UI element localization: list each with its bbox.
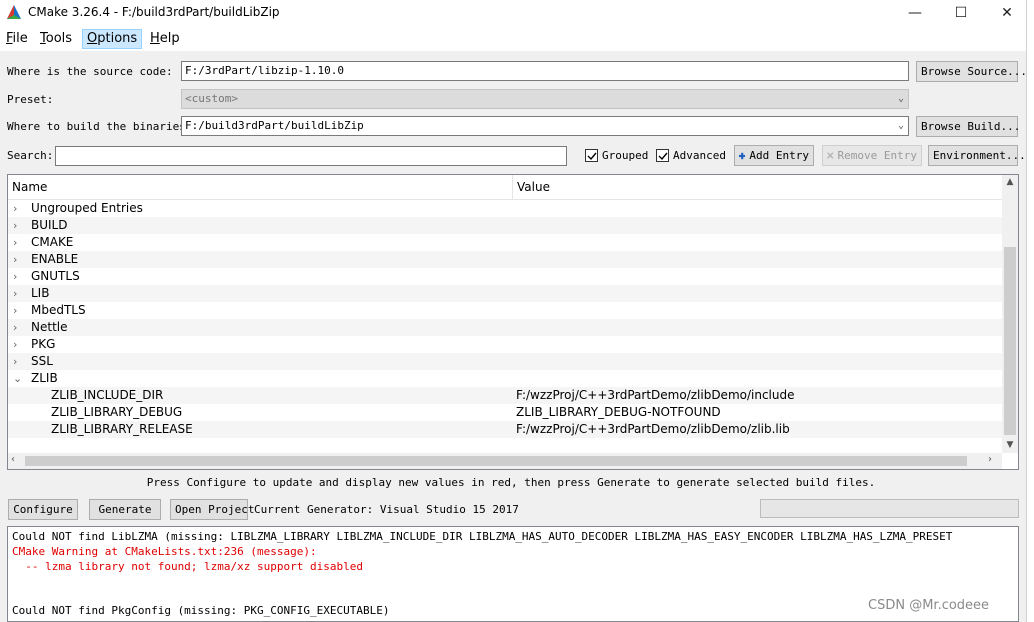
advanced-label: Advanced	[673, 149, 726, 162]
tree-group-row[interactable]: › MbedTLS	[8, 302, 1002, 319]
tree-group-row[interactable]: › Nettle	[8, 319, 1002, 336]
checkmark-icon	[656, 149, 669, 162]
chevron-right-icon[interactable]: ›	[13, 217, 23, 234]
build-path-value: F:/build3rdPart/buildLibZip	[185, 119, 364, 132]
tree-header: Name Value	[8, 175, 1002, 200]
browse-source-button[interactable]: Browse Source...	[916, 61, 1027, 82]
cache-entry-row[interactable]: ZLIB_INCLUDE_DIR F:/wzzProj/C++3rdPartDem…	[8, 387, 1002, 404]
add-entry-button[interactable]: Add Entry	[734, 145, 814, 166]
search-label: Search:	[7, 149, 54, 162]
tree-group-row[interactable]: ⌄ ZLIB	[8, 370, 1002, 387]
plus-icon	[739, 152, 746, 159]
tree-group-row[interactable]: › PKG	[8, 336, 1002, 353]
build-path-combo[interactable]: F:/build3rdPart/buildLibZip ⌄	[181, 116, 909, 136]
search-input[interactable]	[55, 146, 567, 166]
grouped-checkbox[interactable]: Grouped	[585, 149, 648, 162]
cache-entry-row[interactable]: ZLIB_LIBRARY_RELEASE F:/wzzProj/C++3rdPar…	[8, 421, 1002, 438]
chevron-down-icon: ⌄	[897, 93, 904, 104]
horizontal-scrollbar[interactable]: ‹ ›	[8, 453, 1002, 469]
cache-tree[interactable]: Name Value › Ungrouped Entries › BUILD › CM…	[7, 174, 1019, 470]
horizontal-scroll-thumb[interactable]	[25, 456, 967, 466]
log-line: Could NOT find LibLZMA (missing: LIBLZMA…	[12, 530, 953, 543]
chevron-down-icon[interactable]: ⌄	[13, 370, 23, 387]
preset-value: <custom>	[185, 92, 238, 105]
window-title: CMake 3.26.4 - F:/build3rdPart/buildLibZ…	[28, 5, 280, 19]
log-line: Could NOT find PkgConfig (missing: PKG_C…	[12, 604, 390, 617]
configure-button[interactable]: Configure	[8, 499, 78, 520]
log-line-warning: -- lzma library not found; lzma/xz suppo…	[12, 560, 363, 573]
chevron-right-icon[interactable]: ›	[13, 302, 23, 319]
configure-hint: Press Configure to update and display ne…	[146, 476, 876, 489]
window-edge	[1026, 0, 1034, 622]
tree-group-row[interactable]: › LIB	[8, 285, 1002, 302]
cmake-logo-icon	[7, 5, 21, 19]
close-button[interactable]: ✕	[984, 0, 1030, 26]
advanced-checkbox[interactable]: Advanced	[656, 149, 726, 162]
add-entry-label: Add Entry	[749, 149, 809, 162]
progress-bar	[760, 499, 1019, 518]
grouped-label: Grouped	[602, 149, 649, 162]
column-divider[interactable]	[512, 175, 513, 200]
chevron-right-icon[interactable]: ›	[13, 268, 23, 285]
menu-options[interactable]: Options	[82, 29, 143, 49]
checkmark-icon	[585, 149, 598, 162]
watermark: CSDN @Mr.codeee	[868, 598, 990, 613]
chevron-right-icon[interactable]: ›	[13, 200, 23, 217]
open-project-button[interactable]: Open Project	[170, 499, 254, 520]
menu-bar: File Tools Options Help	[0, 26, 1034, 51]
chevron-right-icon[interactable]: ›	[13, 234, 23, 251]
preset-label: Preset:	[7, 93, 54, 106]
environment-button[interactable]: Environment...	[928, 145, 1026, 166]
scroll-up-icon[interactable]: ▲	[1002, 177, 1018, 187]
vertical-scrollbar[interactable]: ▲ ▼	[1002, 175, 1018, 453]
browse-build-button[interactable]: Browse Build...	[916, 116, 1020, 137]
remove-entry-button[interactable]: Remove Entry	[822, 145, 922, 166]
source-label: Where is the source code:	[7, 65, 173, 78]
cache-entry-row[interactable]: ZLIB_LIBRARY_DEBUG ZLIB_LIBRARY_DEBUG-NOT…	[8, 404, 1002, 421]
chevron-right-icon[interactable]: ›	[13, 319, 23, 336]
scroll-right-icon[interactable]: ›	[988, 454, 992, 465]
menu-tools[interactable]: Tools	[36, 29, 76, 49]
menu-file[interactable]: File	[2, 29, 32, 49]
scroll-left-icon[interactable]: ‹	[11, 454, 15, 465]
minimize-button[interactable]: —	[892, 0, 938, 26]
scroll-down-icon[interactable]: ▼	[1002, 440, 1018, 450]
chevron-right-icon[interactable]: ›	[13, 336, 23, 353]
log-line-warning: CMake Warning at CMakeLists.txt:236 (mes…	[12, 545, 317, 558]
chevron-right-icon[interactable]: ›	[13, 285, 23, 302]
tree-group-row[interactable]: › CMAKE	[8, 234, 1002, 251]
vertical-scroll-thumb[interactable]	[1004, 247, 1016, 435]
remove-entry-label: Remove Entry	[837, 149, 917, 162]
tree-group-row[interactable]: › GNUTLS	[8, 268, 1002, 285]
column-header-value[interactable]: Value	[517, 180, 550, 194]
build-label: Where to build the binaries:	[7, 120, 193, 133]
chevron-right-icon[interactable]: ›	[13, 353, 23, 370]
column-header-name[interactable]: Name	[12, 180, 47, 194]
tree-group-row[interactable]: › ENABLE	[8, 251, 1002, 268]
chevron-right-icon[interactable]: ›	[13, 251, 23, 268]
remove-icon	[827, 152, 834, 159]
tree-group-row[interactable]: › BUILD	[8, 217, 1002, 234]
maximize-button[interactable]: ☐	[938, 0, 984, 26]
current-generator: Current Generator: Visual Studio 15 2017	[254, 503, 519, 516]
source-path-input[interactable]: F:/3rdPart/libzip-1.10.0	[181, 61, 909, 81]
tree-group-row[interactable]: › Ungrouped Entries	[8, 200, 1002, 217]
chevron-down-icon[interactable]: ⌄	[898, 117, 904, 135]
title-bar: CMake 3.26.4 - F:/build3rdPart/buildLibZ…	[0, 0, 1034, 26]
tree-group-row[interactable]: › SSL	[8, 353, 1002, 370]
menu-help[interactable]: Help	[146, 29, 184, 49]
preset-select: <custom> ⌄	[181, 89, 909, 109]
generate-button[interactable]: Generate	[89, 499, 161, 520]
